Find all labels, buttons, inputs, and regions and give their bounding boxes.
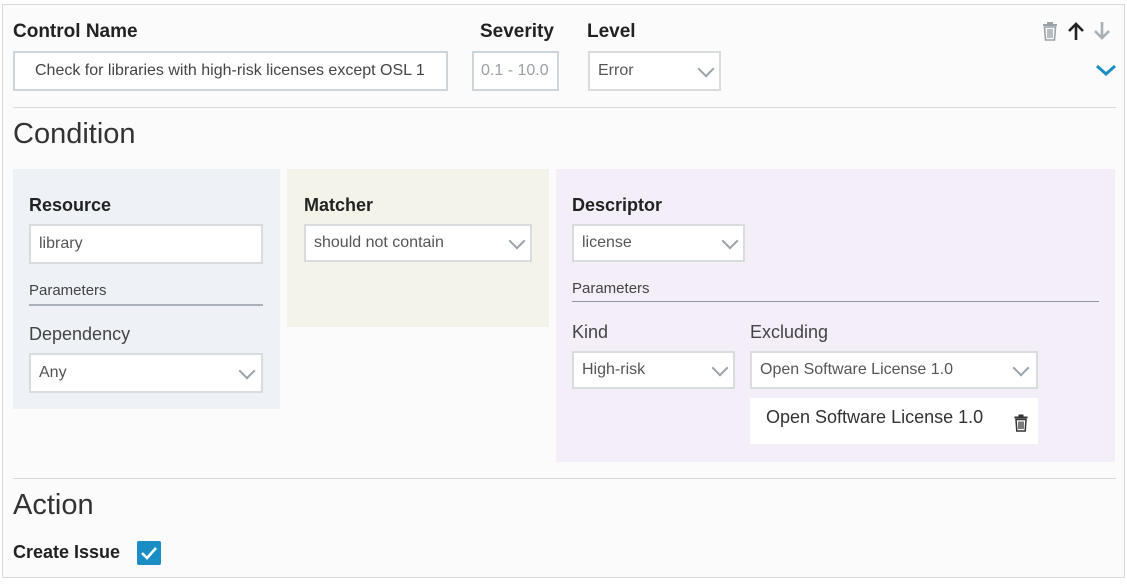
policy-control-panel: Control Name Check for libraries with hi…	[2, 4, 1125, 578]
level-label: Level	[587, 21, 636, 42]
checkmark-icon	[141, 547, 157, 560]
trash-icon[interactable]	[1042, 21, 1058, 41]
matcher-label: Matcher	[304, 195, 374, 215]
chevron-down-icon	[508, 232, 526, 250]
resource-input[interactable]: library	[29, 224, 263, 264]
collapse-chevron-icon[interactable]	[1095, 63, 1117, 77]
condition-divider	[13, 478, 1116, 479]
dependency-select-value: Any	[39, 364, 67, 381]
resource-column: Resource library Parameters Dependency A…	[13, 169, 280, 409]
arrow-down-icon[interactable]	[1093, 21, 1111, 41]
excluding-select-value: Open Software License 1.0	[760, 361, 954, 378]
descriptor-column: Descriptor license Parameters Kind High-…	[556, 169, 1115, 462]
dependency-select[interactable]: Any	[29, 353, 263, 393]
descriptor-select[interactable]: license	[572, 224, 745, 262]
severity-input[interactable]: 0.1 - 10.0	[472, 51, 559, 91]
kind-select[interactable]: High-risk	[572, 351, 735, 389]
excluded-license-label: Open Software License 1.0	[766, 407, 984, 427]
trash-icon[interactable]	[1014, 414, 1028, 432]
chevron-down-icon	[238, 362, 256, 380]
kind-label: Kind	[572, 322, 609, 342]
descriptor-parameters-label: Parameters	[572, 280, 650, 297]
chevron-down-icon	[721, 232, 739, 250]
matcher-column: Matcher should not contain	[287, 169, 549, 327]
descriptor-label: Descriptor	[572, 195, 663, 215]
descriptor-select-value: license	[582, 234, 632, 251]
resource-parameters-label: Parameters	[29, 282, 107, 299]
excluded-license-item: Open Software License 1.0	[750, 398, 1038, 444]
resource-label: Resource	[29, 195, 112, 215]
action-title: Action	[13, 489, 94, 521]
excluding-label: Excluding	[750, 322, 829, 342]
matcher-select-value: should not contain	[314, 234, 444, 251]
control-name-label: Control Name	[13, 21, 138, 42]
condition-title: Condition	[13, 118, 136, 150]
descriptor-parameters-divider	[572, 301, 1099, 302]
resource-parameters-divider	[29, 304, 263, 306]
matcher-select[interactable]: should not contain	[304, 224, 532, 262]
header-divider	[13, 107, 1116, 108]
severity-label: Severity	[480, 21, 554, 42]
level-select-value: Error	[598, 62, 634, 79]
arrow-up-icon[interactable]	[1067, 21, 1085, 41]
dependency-label: Dependency	[29, 324, 131, 344]
chevron-down-icon	[697, 60, 715, 78]
kind-select-value: High-risk	[582, 361, 646, 378]
control-name-input[interactable]: Check for libraries with high-risk licen…	[13, 51, 448, 91]
chevron-down-icon	[1012, 359, 1030, 377]
chevron-down-icon	[711, 359, 729, 377]
level-select[interactable]: Error	[588, 51, 721, 91]
create-issue-label: Create Issue	[13, 542, 121, 562]
excluding-select[interactable]: Open Software License 1.0	[750, 351, 1038, 389]
create-issue-checkbox[interactable]	[137, 541, 161, 565]
